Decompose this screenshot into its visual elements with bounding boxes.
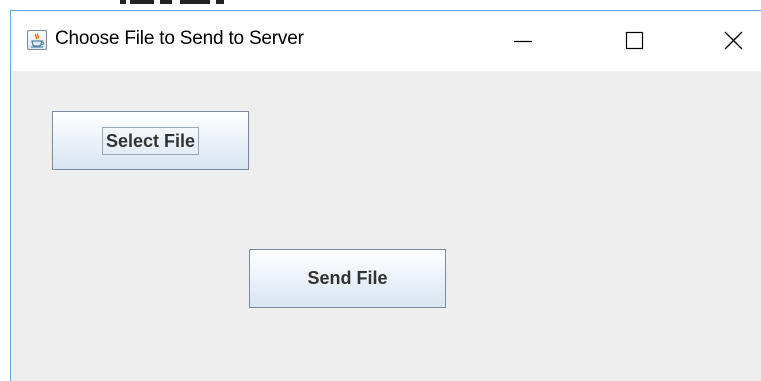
send-file-button[interactable]: Send File	[249, 249, 446, 308]
send-file-label: Send File	[307, 268, 388, 288]
window-title: Choose File to Send to Server	[55, 28, 304, 49]
title-bar[interactable]: Choose File to Send to Server	[11, 11, 761, 71]
desktop-background-fragment	[120, 0, 230, 4]
select-file-button[interactable]: Select File	[52, 111, 249, 170]
minimize-button[interactable]	[500, 21, 546, 61]
maximize-button[interactable]	[611, 21, 657, 61]
maximize-icon	[625, 31, 644, 50]
close-button[interactable]	[711, 21, 757, 61]
select-file-label: Select File	[101, 126, 200, 155]
java-cup-icon[interactable]	[27, 30, 47, 50]
minimize-icon	[514, 40, 532, 43]
app-window: Choose File to Send to Server Select Fil…	[10, 10, 761, 381]
close-icon	[724, 31, 743, 50]
